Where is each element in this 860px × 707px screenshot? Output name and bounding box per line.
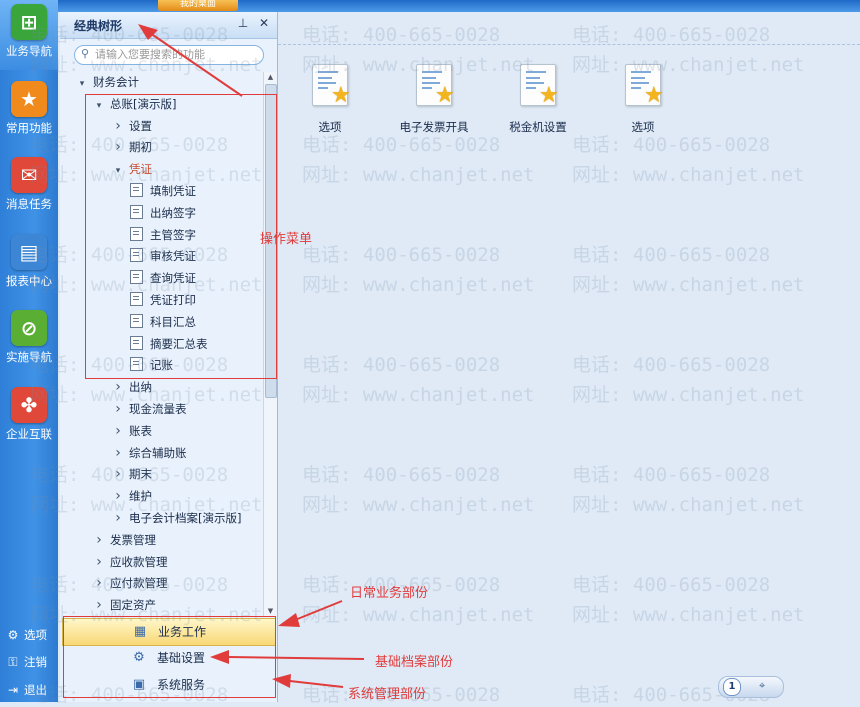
- annotation-arrows: [138, 24, 365, 688]
- annotation-basic-archive: 基础档案部份: [375, 655, 454, 670]
- annotation-operation-menu: 操作菜单: [260, 232, 313, 247]
- annotation-system-management: 系统管理部份: [348, 687, 427, 702]
- annotation-daily-business: 日常业务部份: [350, 586, 429, 601]
